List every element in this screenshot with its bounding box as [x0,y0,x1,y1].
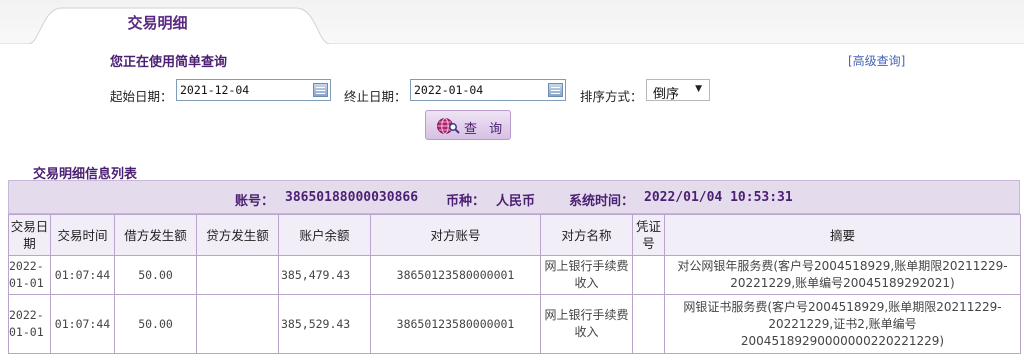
calendar-icon[interactable] [313,83,328,97]
cell-balance: 385,479.43 [278,255,371,295]
column-header: 对方名称 [540,214,633,256]
cell-credit [196,255,279,295]
cell-date: 2022-01-01 [8,294,51,354]
system-time-value: 2022/01/04 10:53:31 [644,190,793,205]
column-header: 交易日期 [8,214,51,256]
query-button-label: 查 询 [464,122,507,137]
cell-voucher [632,294,665,354]
cell-voucher [632,255,665,295]
cell-date: 2022-01-01 [8,255,51,295]
cell-time: 01:07:44 [50,294,115,354]
tab-title[interactable]: 交易明细 [100,12,215,33]
account-number: 38650188000030866 [285,190,419,205]
query-mode-text: 您正在使用简单查询 [110,55,228,70]
cell-counter-account: 38650123580000001 [370,294,541,354]
start-date-input[interactable]: 2021-12-04 [176,79,331,101]
column-header: 对方账号 [370,214,541,256]
chevron-down-icon: ▼ [695,84,702,94]
system-time-label: 系统时间： [569,194,635,209]
account-label: 账号： [235,194,275,209]
cell-time: 01:07:44 [50,255,115,295]
globe-search-icon [437,118,460,134]
start-date-value: 2021-12-04 [180,83,250,97]
cell-debit: 50.00 [114,294,197,354]
column-header: 交易时间 [50,214,115,256]
table-header-row: 交易日期 交易时间 借方发生额 贷方发生额 账户余额 对方账号 对方名称 凭证号… [8,214,1021,256]
column-header: 借方发生额 [114,214,197,256]
cell-summary: 网银证书服务费(客户号2004518929,账单期限20211229-20221… [664,294,1021,354]
transaction-table: 交易日期 交易时间 借方发生额 贷方发生额 账户余额 对方账号 对方名称 凭证号… [8,214,1021,354]
cell-counter-account: 38650123580000001 [370,255,541,295]
currency-label: 币种： [446,194,486,209]
cell-debit: 50.00 [114,255,197,295]
sort-label: 排序方式： [580,89,643,104]
sort-order-select[interactable]: 倒序 ▼ [646,79,710,102]
advanced-query-link[interactable]: [高级查询] [848,52,905,69]
cell-balance: 385,529.43 [278,294,371,354]
query-button[interactable]: 查 询 [425,110,511,140]
tab-bar: 交易明细 [0,0,1024,44]
start-date-label: 起始日期： [110,89,173,104]
column-header: 账户余额 [278,214,371,256]
cell-counter-name: 网上银行手续费收入 [540,294,633,354]
column-header: 摘要 [664,214,1021,256]
table-row[interactable]: 2022-01-01 01:07:44 50.00 385,479.43 386… [8,255,1021,295]
sort-order-value: 倒序 [653,87,680,102]
cell-credit [196,294,279,354]
column-header: 贷方发生额 [196,214,279,256]
table-row[interactable]: 2022-01-01 01:07:44 50.00 385,529.43 386… [8,294,1021,354]
cell-summary: 对公网银年服务费(客户号2004518929,账单期限20211229-2022… [664,255,1021,295]
calendar-icon[interactable] [548,83,563,97]
cell-counter-name: 网上银行手续费收入 [540,255,633,295]
end-date-value: 2022-01-04 [414,83,484,97]
currency-value: 人民币 [496,194,536,209]
end-date-input[interactable]: 2022-01-04 [410,79,566,101]
column-header: 凭证号 [632,214,665,256]
end-date-label: 终止日期： [344,89,407,104]
account-info-bar: 账号： 38650188000030866 币种： 人民币 系统时间： 2022… [8,180,1020,214]
